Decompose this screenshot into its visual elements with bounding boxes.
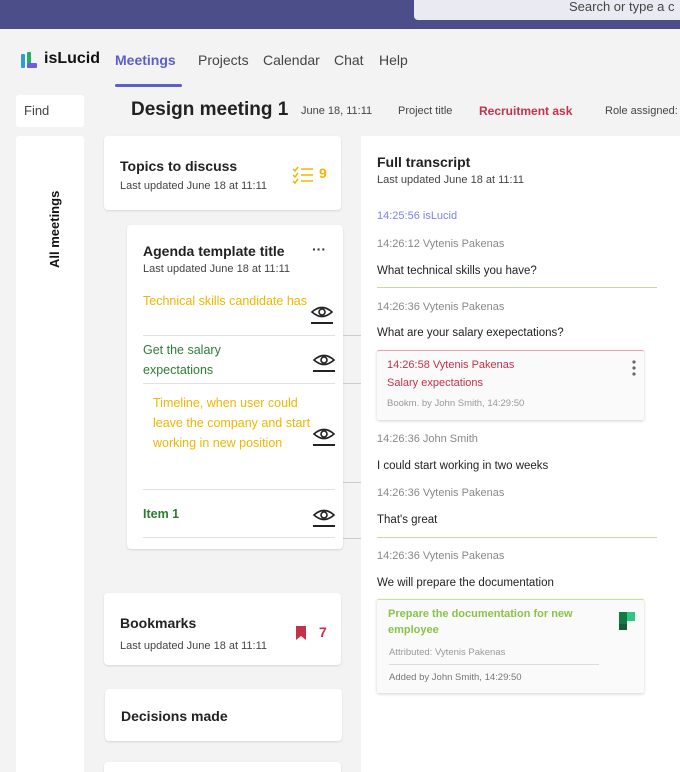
transcript-updated: Last updated June 18 at 11:11 xyxy=(377,174,524,186)
connector-line xyxy=(343,335,361,336)
message-time: 14:26:12 Vytenis Pakenas xyxy=(377,238,505,250)
message-text[interactable]: I could start working in two weeks xyxy=(377,460,548,472)
checklist-icon xyxy=(292,166,313,184)
agenda-title: Agenda template title xyxy=(143,243,285,259)
agenda-item[interactable]: Timeline, when user could leave the comp… xyxy=(153,393,313,453)
eye-icon[interactable] xyxy=(310,303,334,325)
bookmarks-updated: Last updated June 18 at 11:11 xyxy=(120,640,267,652)
transcript-panel: Full transcript Last updated June 18 at … xyxy=(361,136,680,772)
divider xyxy=(377,287,657,288)
nav-meetings[interactable]: Meetings xyxy=(115,52,176,68)
divider xyxy=(377,537,657,538)
divider xyxy=(143,489,335,490)
meeting-title: Design meeting 1 xyxy=(131,99,289,120)
divider xyxy=(143,383,335,384)
bookmarks-count: 7 xyxy=(319,624,327,640)
nav-help[interactable]: Help xyxy=(379,52,408,68)
nav-calendar[interactable]: Calendar xyxy=(263,52,320,68)
eye-icon[interactable] xyxy=(312,506,336,528)
agenda-item[interactable]: Item 1 xyxy=(143,504,335,524)
bookmark-label: Salary expectations xyxy=(387,377,483,389)
topics-updated: Last updated June 18 at 11:11 xyxy=(120,180,267,192)
bookmark-card[interactable]: 14:26:58 Vytenis Pakenas Salary expectat… xyxy=(377,350,644,420)
agenda-card: Agenda template title Last updated June … xyxy=(127,225,343,549)
app-name: isLucid xyxy=(44,50,101,67)
topics-card[interactable]: Topics to discuss Last updated June 18 a… xyxy=(104,136,341,210)
task-card[interactable]: Prepare the documentation for new employ… xyxy=(377,599,644,693)
nav-chat[interactable]: Chat xyxy=(334,52,364,68)
app-nav: isLucid Meetings Projects Calendar Chat … xyxy=(0,29,680,87)
role-assigned: Role assigned: xyxy=(605,105,678,117)
topics-title: Topics to discuss xyxy=(120,158,238,174)
search-placeholder: Search or type a c xyxy=(569,0,675,14)
nav-projects[interactable]: Projects xyxy=(198,52,249,68)
agenda-item[interactable]: Technical skills candidate has xyxy=(143,291,313,311)
message-text[interactable]: We will prepare the documentation xyxy=(377,577,554,589)
eye-icon[interactable] xyxy=(312,425,336,447)
bookmarks-card[interactable]: Bookmarks Last updated June 18 at 11:11 … xyxy=(104,593,341,665)
connector-line xyxy=(343,383,361,384)
bookmark-by: Bookm. by John Smith, 14:29:50 xyxy=(387,398,525,409)
message-time: 14:26:36 Vytenis Pakenas xyxy=(377,301,505,313)
project-title[interactable]: Project title xyxy=(398,105,452,117)
more-options-icon[interactable]: ··· xyxy=(312,241,326,257)
active-tab-indicator xyxy=(115,84,182,87)
message-time: 14:26:36 John Smith xyxy=(377,433,478,445)
decisions-title: Decisions made xyxy=(121,708,228,724)
transcript-title: Full transcript xyxy=(377,154,471,170)
task-title: Prepare the documentation for new employ… xyxy=(388,608,573,636)
recruitment-ask[interactable]: Recruitment ask xyxy=(479,104,572,118)
divider xyxy=(143,537,335,538)
agenda-item[interactable]: Get the salary expectations xyxy=(143,340,283,380)
message-time: 14:26:36 Vytenis Pakenas xyxy=(377,550,505,562)
message-text[interactable]: That's great xyxy=(377,514,437,526)
meeting-date: June 18, 11:11 xyxy=(301,105,373,117)
next-card[interactable] xyxy=(104,762,341,772)
kebab-menu-icon[interactable] xyxy=(632,360,636,376)
decisions-card[interactable]: Decisions made xyxy=(105,689,342,741)
task-attributed: Attributed: Vytenis Pakenas xyxy=(389,647,506,658)
planner-icon xyxy=(619,612,635,630)
message-text[interactable]: What technical skills you have? xyxy=(377,265,537,277)
task-added: Added by John Smith, 14:29:50 xyxy=(389,672,522,683)
eye-icon[interactable] xyxy=(312,351,336,373)
all-meetings-label[interactable]: All meetings xyxy=(47,191,62,268)
bookmarks-title: Bookmarks xyxy=(120,615,197,631)
message-time: 14:26:36 Vytenis Pakenas xyxy=(377,487,505,499)
topics-count: 9 xyxy=(319,165,327,181)
message-time: 14:25:56 isLucid xyxy=(377,210,458,222)
message-text[interactable]: What are your salary exepectations? xyxy=(377,327,564,339)
connector-line xyxy=(343,482,361,483)
divider xyxy=(389,664,599,665)
find-input[interactable]: Find xyxy=(16,95,84,127)
agenda-updated: Last updated June 18 at 11:11 xyxy=(143,263,290,275)
islucid-logo-icon xyxy=(21,52,37,68)
bookmark-icon xyxy=(296,626,306,640)
bookmark-time: 14:26:58 Vytenis Pakenas xyxy=(387,359,515,371)
search-box[interactable]: Search or type a c xyxy=(414,0,680,20)
connector-line xyxy=(343,538,361,539)
divider xyxy=(143,335,335,336)
